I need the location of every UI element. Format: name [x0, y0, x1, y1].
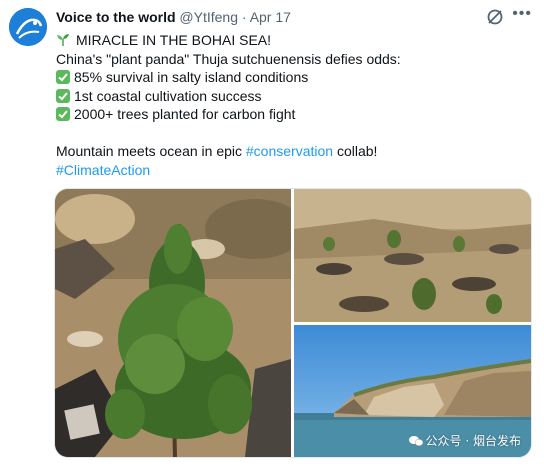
wechat-icon — [408, 436, 423, 446]
closing-text: collab! — [333, 143, 378, 159]
photo-coast[interactable]: 公众号 · 烟台发布 — [294, 325, 531, 457]
photo-tree[interactable] — [55, 189, 291, 457]
separator: · — [241, 9, 247, 25]
avatar[interactable] — [9, 8, 47, 46]
photo-hillside[interactable] — [294, 189, 531, 322]
point-text: 85% survival in salty island conditions — [74, 69, 309, 85]
tweet-line: 1st coastal cultivation success — [56, 87, 534, 106]
closing-text: Mountain meets ocean in epic — [56, 143, 246, 159]
media-grid: 公众号 · 烟台发布 — [54, 188, 532, 458]
hashtag-link[interactable]: #conservation — [246, 143, 333, 159]
author-handle[interactable]: @YtIfeng — [179, 9, 238, 25]
tweet-line: 2000+ trees planted for carbon fight — [56, 105, 534, 124]
point-text: 2000+ trees planted for carbon fight — [74, 106, 296, 122]
tweet-text: MIRACLE IN THE BOHAI SEA! China's "plant… — [56, 31, 534, 179]
sprout-icon — [57, 34, 69, 46]
author-name[interactable]: Voice to the world — [56, 9, 176, 25]
tweet-header: Voice to the world @YtIfeng · Apr 17 ••• — [56, 5, 534, 29]
tweet-line: 85% survival in salty island conditions — [56, 68, 534, 87]
tweet-line: China's "plant panda" Thuja sutchuenensi… — [56, 50, 534, 69]
check-mark-icon — [56, 107, 70, 121]
tweet-line: #ClimateAction — [56, 161, 534, 180]
watermark: 公众号 · 烟台发布 — [408, 432, 521, 449]
tweet-line: MIRACLE IN THE BOHAI SEA! — [56, 31, 534, 50]
post-date[interactable]: Apr 17 — [250, 9, 291, 25]
tweet-line: Mountain meets ocean in epic #conservati… — [56, 142, 534, 161]
check-mark-icon — [56, 88, 70, 103]
more-icon[interactable]: ••• — [512, 5, 532, 23]
point-text: 1st coastal cultivation success — [74, 87, 262, 104]
avatar-logo-icon — [9, 8, 47, 46]
check-mark-icon — [56, 70, 70, 84]
watermark-text: 公众号 · 烟台发布 — [425, 434, 521, 448]
intro-text: China's "plant panda" Thuja sutchuenensi… — [56, 50, 401, 67]
hashtag-link[interactable]: #ClimateAction — [56, 162, 150, 178]
headline-text: MIRACLE IN THE BOHAI SEA! — [76, 32, 272, 48]
grok-icon[interactable] — [486, 8, 504, 26]
